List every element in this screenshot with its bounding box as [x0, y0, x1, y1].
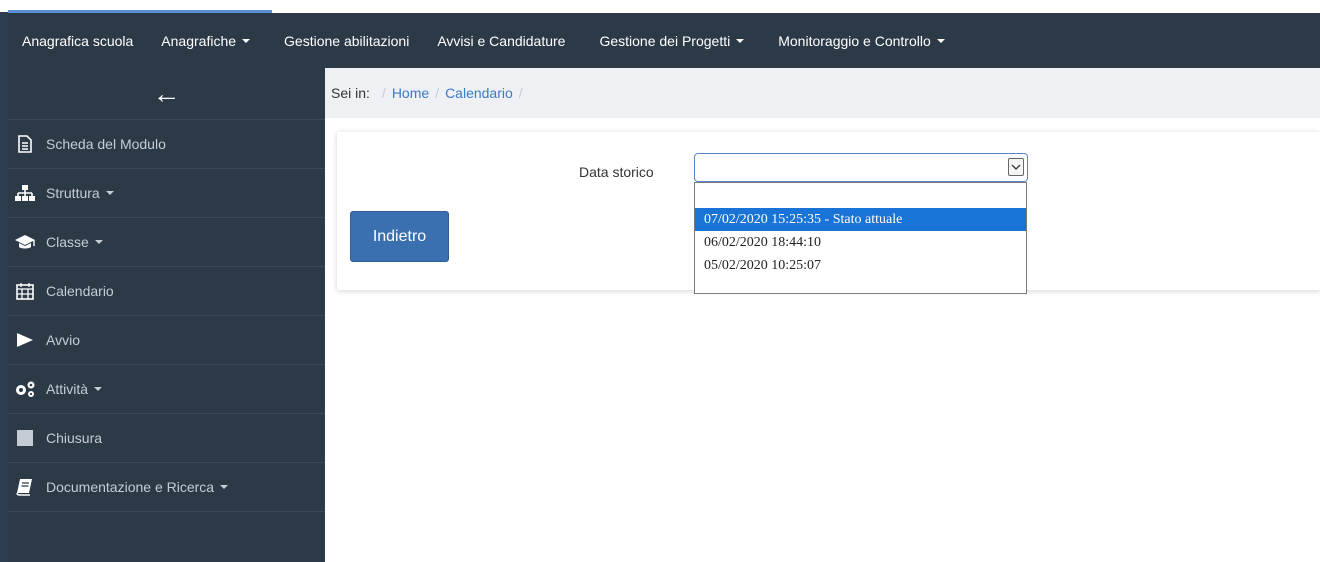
nav-anagrafica-scuola[interactable]: Anagrafica scuola: [8, 33, 147, 49]
caret-down-icon: [736, 38, 745, 43]
caret-down-icon: [94, 387, 103, 391]
nav-label: Gestione dei Progetti: [599, 32, 731, 49]
window-left-edge: [0, 12, 8, 562]
sidebar: ← Scheda del Modulo Struttura Classe Cal…: [8, 68, 325, 562]
breadcrumb: Sei in: / Home / Calendario /: [325, 68, 1320, 118]
gears-icon: [14, 380, 36, 398]
nav-gestione-progetti[interactable]: Gestione dei Progetti: [579, 33, 758, 49]
nav-avvisi-candidature[interactable]: Avvisi e Candidature: [423, 33, 579, 49]
nav-gestione-abilitazioni[interactable]: Gestione abilitazioni: [264, 33, 423, 49]
nav-label: Avvisi e Candidature: [437, 32, 566, 49]
graduation-cap-icon: [14, 233, 36, 251]
breadcrumb-calendario-link[interactable]: Calendario: [445, 85, 513, 101]
nav-anagrafiche[interactable]: Anagrafiche: [147, 33, 264, 49]
sidebar-item-calendario[interactable]: Calendario: [8, 267, 325, 316]
nav-label: Anagrafiche: [161, 32, 237, 49]
sidebar-item-label: Attività: [46, 381, 89, 397]
dropdown-option-current[interactable]: 07/02/2020 15:25:35 - Stato attuale: [695, 208, 1026, 231]
nav-label: Anagrafica scuola: [22, 32, 134, 49]
sidebar-item-documentazione[interactable]: Documentazione e Ricerca: [8, 463, 325, 512]
document-icon: [14, 135, 36, 153]
form-panel: Data storico 07/02/2020 15:25:35 - Stato…: [337, 132, 1320, 294]
breadcrumb-prefix: Sei in:: [331, 85, 370, 101]
data-storico-select[interactable]: [694, 153, 1028, 182]
sitemap-icon: [14, 184, 36, 202]
nav-monitoraggio-controllo[interactable]: Monitoraggio e Controllo: [758, 33, 959, 49]
sidebar-item-classe[interactable]: Classe: [8, 218, 325, 267]
caret-down-icon: [220, 485, 229, 489]
sidebar-item-attivita[interactable]: Attività: [8, 365, 325, 414]
breadcrumb-home-link[interactable]: Home: [392, 85, 429, 101]
calendar-icon: [14, 282, 36, 300]
sidebar-item-chiusura[interactable]: Chiusura: [8, 414, 325, 463]
chevron-down-icon[interactable]: [1008, 158, 1024, 176]
dropdown-option-empty[interactable]: [695, 183, 1026, 208]
active-accent-bar: [8, 10, 272, 13]
sidebar-item-label: Chiusura: [46, 430, 103, 446]
breadcrumb-separator: /: [381, 85, 386, 101]
dropdown-option[interactable]: 05/02/2020 10:25:07: [695, 254, 1026, 277]
sidebar-item-avvio[interactable]: Avvio: [8, 316, 325, 365]
top-navbar: Anagrafica scuola Anagrafiche Gestione a…: [8, 10, 1320, 68]
stop-icon: [14, 429, 36, 447]
caret-down-icon: [936, 38, 945, 43]
data-storico-label: Data storico: [579, 164, 654, 180]
breadcrumb-separator: /: [518, 85, 523, 101]
book-icon: [14, 478, 36, 496]
sidebar-item-label: Calendario: [46, 283, 114, 299]
data-storico-dropdown: 07/02/2020 15:25:35 - Stato attuale 06/0…: [694, 182, 1027, 294]
indietro-button[interactable]: Indietro: [350, 211, 449, 262]
breadcrumb-separator: /: [435, 85, 440, 101]
nav-label: Monitoraggio e Controllo: [778, 32, 931, 49]
caret-down-icon: [105, 191, 114, 195]
app-window: Anagrafica scuola Anagrafiche Gestione a…: [0, 0, 1320, 562]
sidebar-item-scheda-modulo[interactable]: Scheda del Modulo: [8, 120, 325, 169]
play-icon: [14, 331, 36, 349]
arrow-left-icon: ←: [152, 77, 181, 109]
sidebar-item-label: Classe: [46, 234, 89, 250]
sidebar-item-label: Struttura: [46, 185, 100, 201]
caret-down-icon: [94, 240, 103, 244]
sidebar-item-label: Avvio: [46, 332, 80, 348]
caret-down-icon: [242, 38, 251, 43]
nav-label: Gestione abilitazioni: [284, 32, 410, 49]
sidebar-back-button[interactable]: ←: [8, 68, 325, 120]
sidebar-item-struttura[interactable]: Struttura: [8, 169, 325, 218]
main-content: Data storico 07/02/2020 15:25:35 - Stato…: [325, 118, 1320, 562]
sidebar-item-label: Documentazione e Ricerca: [46, 479, 215, 495]
dropdown-option[interactable]: 06/02/2020 18:44:10: [695, 231, 1026, 254]
sidebar-item-label: Scheda del Modulo: [46, 136, 166, 152]
